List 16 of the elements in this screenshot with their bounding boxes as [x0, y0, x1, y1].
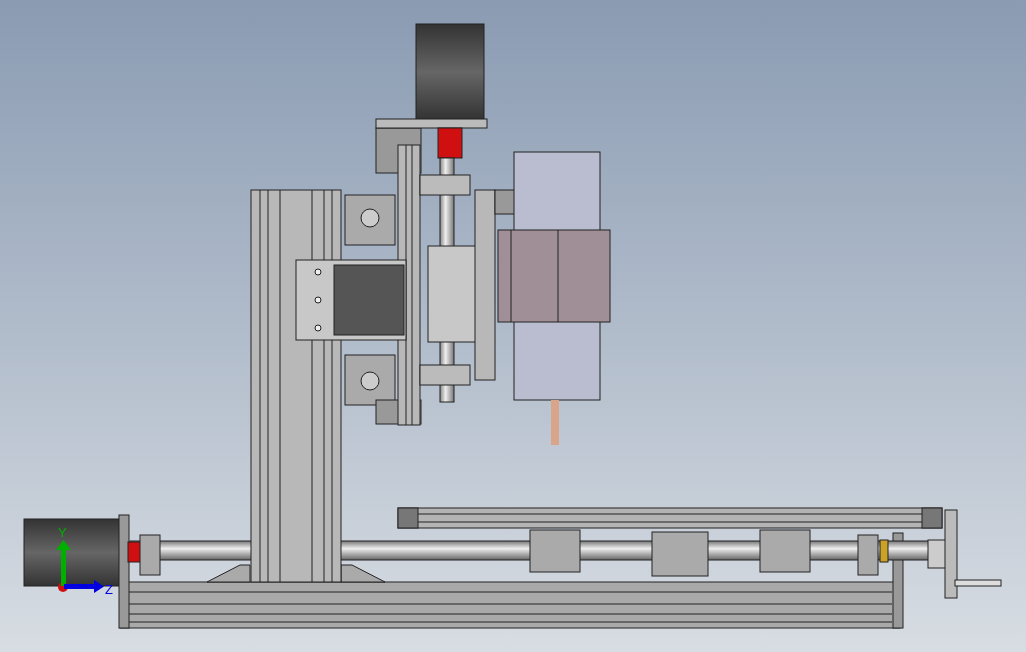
cutting-tool — [551, 400, 559, 445]
bearing-block — [139, 534, 161, 576]
lead-nut-block — [651, 531, 709, 577]
slide-block — [529, 529, 581, 573]
axis-label: Y — [58, 526, 67, 539]
shaft-coupler — [437, 127, 463, 159]
shaft-collar — [879, 539, 889, 563]
axis-label: Z — [105, 583, 113, 596]
bearing-block — [419, 174, 471, 196]
bearing-block — [419, 364, 471, 386]
column-foot — [340, 564, 386, 583]
column-foot — [206, 564, 251, 583]
pivot-bracket — [344, 194, 396, 246]
bearing-block — [857, 534, 879, 576]
slide-block — [759, 529, 811, 573]
pivot-bracket — [344, 354, 396, 406]
